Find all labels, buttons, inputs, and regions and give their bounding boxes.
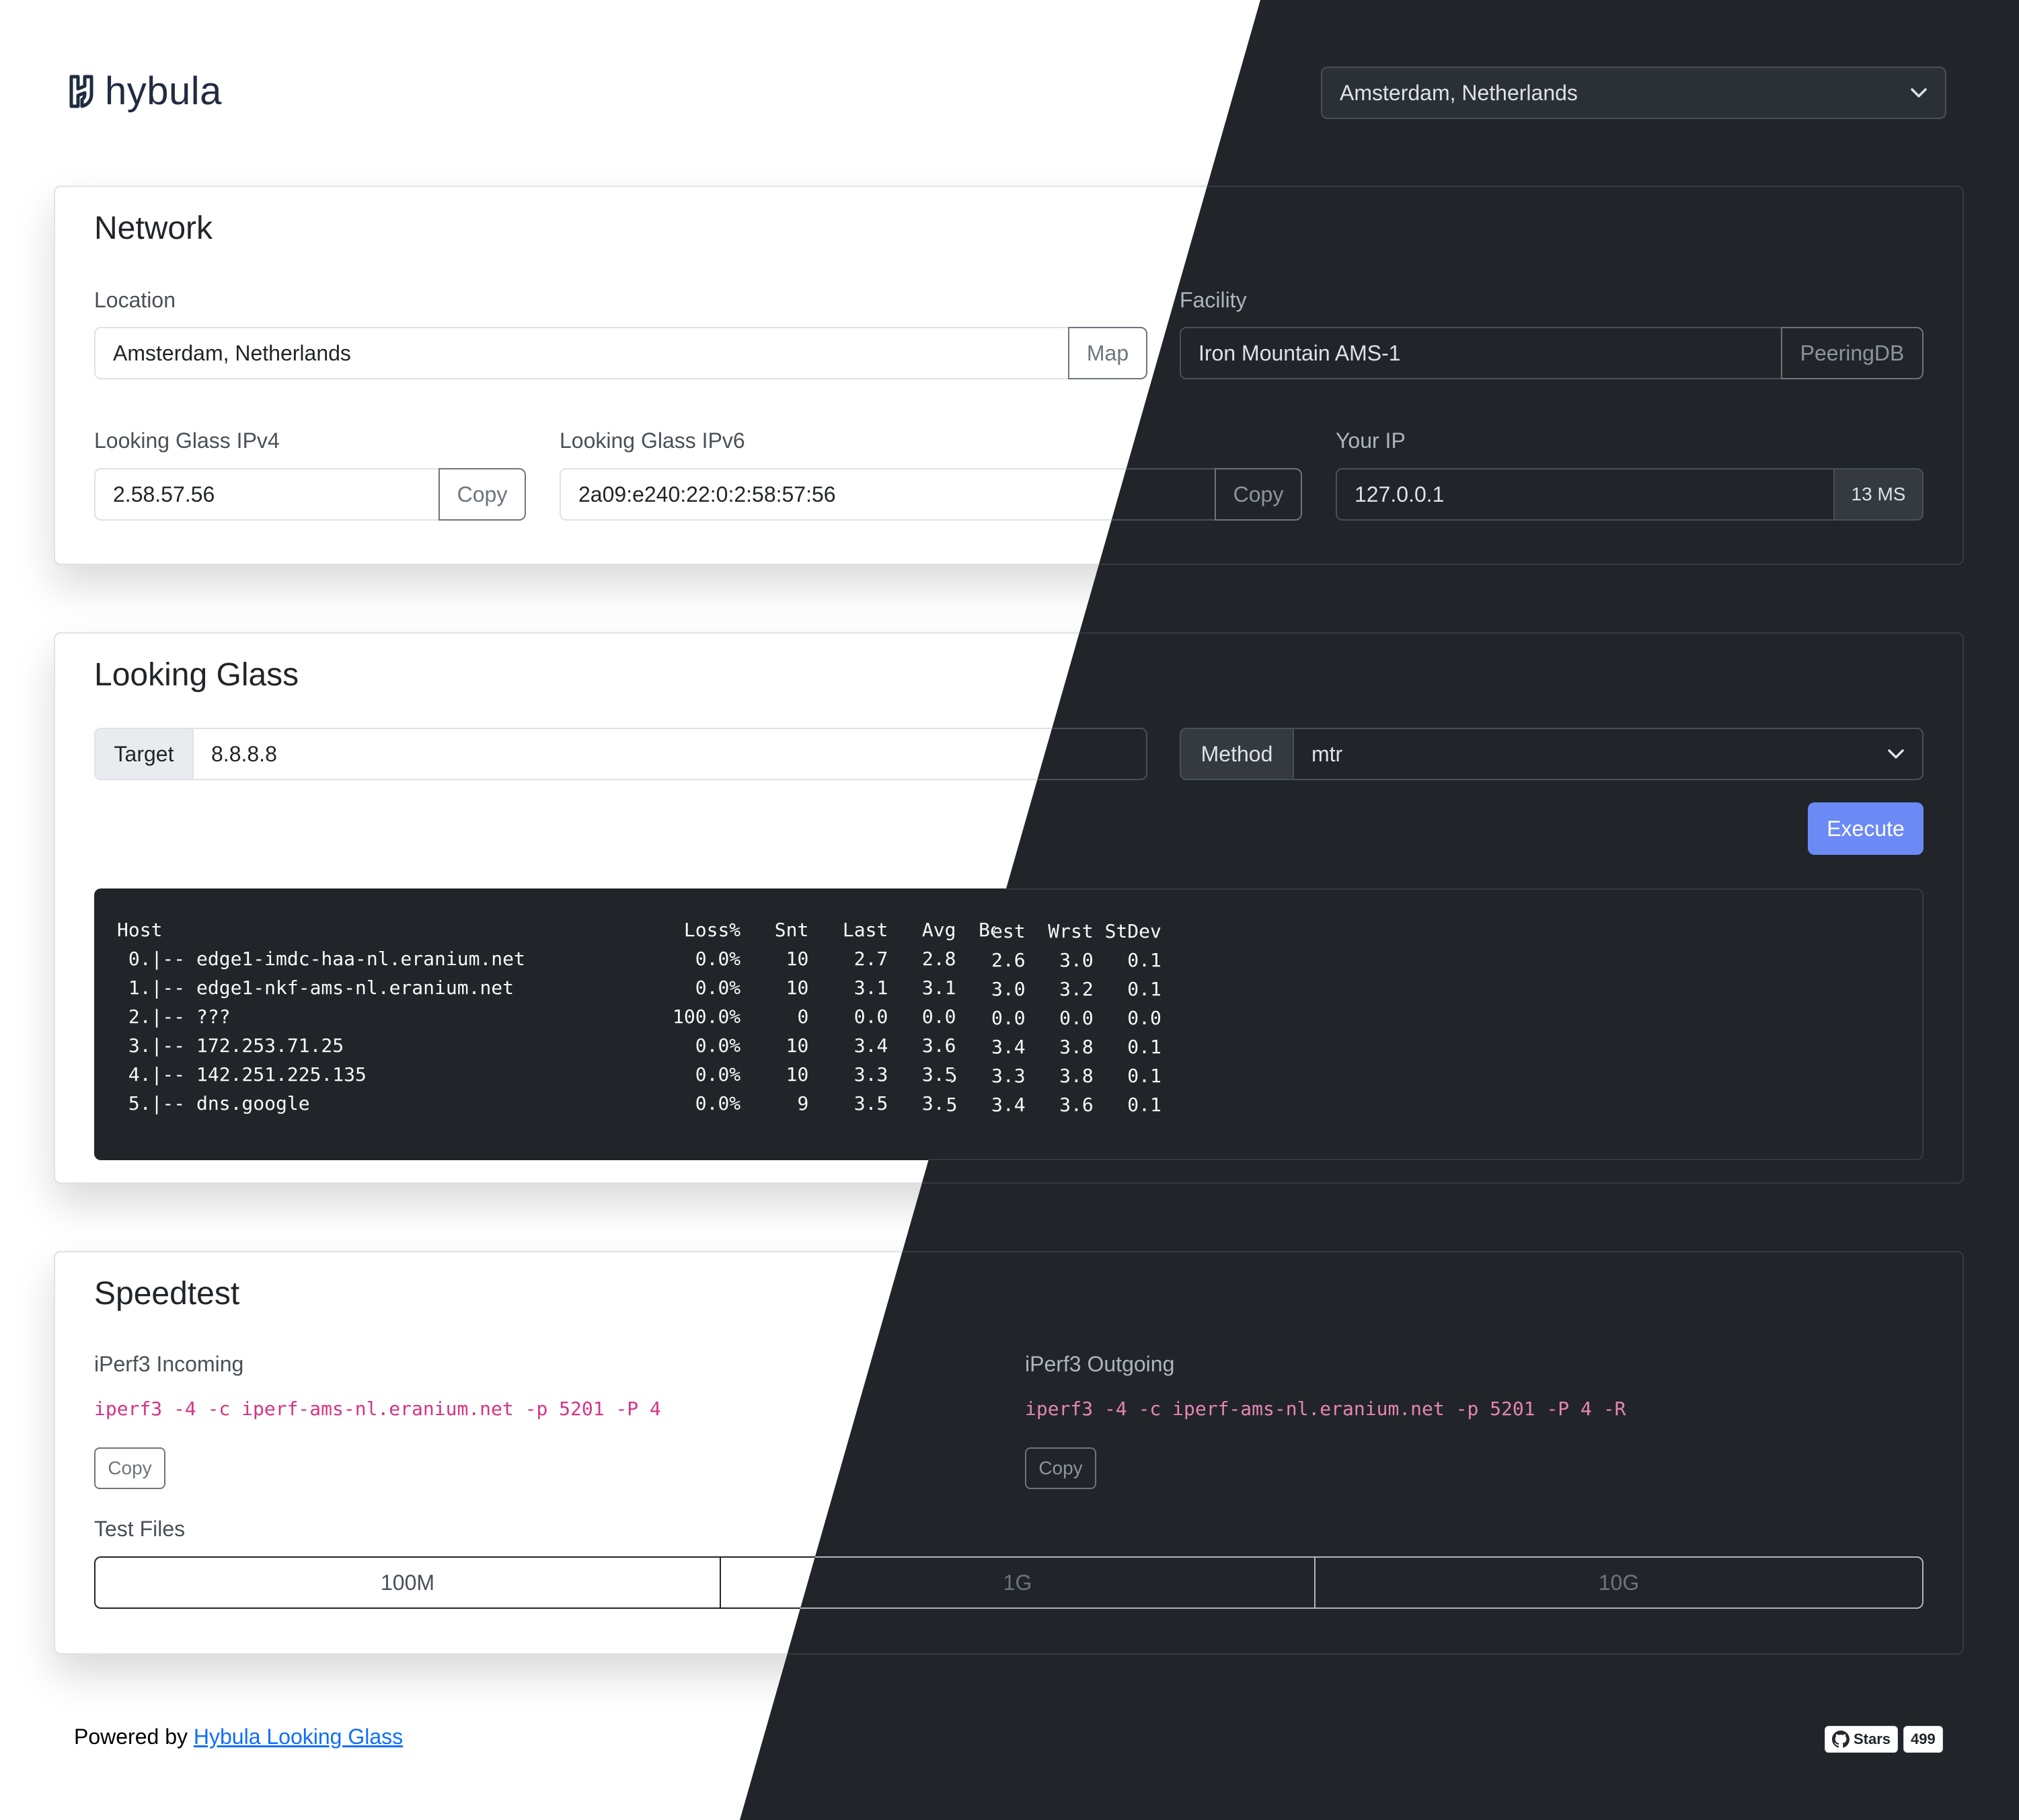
speedtest-title: Speedtest: [94, 1276, 240, 1312]
ipv6-label: Looking Glass IPv6: [560, 428, 745, 453]
outgoing-label: iPerf3 Outgoing: [1025, 1352, 1175, 1376]
location-label: Location: [94, 288, 176, 312]
github-stars-widget[interactable]: Stars 499: [1825, 1726, 1943, 1753]
ipv6-copy-button[interactable]: Copy: [1215, 468, 1302, 521]
facility-field: Iron Mountain AMS-1: [1180, 327, 1782, 379]
chevron-down-icon: [1910, 87, 1928, 98]
brand-name: hybula: [105, 69, 222, 113]
file-10g-button[interactable]: 10G: [1316, 1558, 1922, 1607]
latency-badge: 13 MS: [1833, 468, 1923, 521]
method-select[interactable]: mtr: [1293, 728, 1923, 780]
github-icon: [1832, 1731, 1850, 1748]
github-stars-button[interactable]: Stars: [1825, 1726, 1899, 1753]
github-stars-count: 499: [1903, 1726, 1943, 1753]
hybula-logo[interactable]: hybula: [67, 70, 222, 113]
method-select-value: mtr: [1311, 741, 1343, 766]
facility-label: Facility: [1180, 288, 1247, 312]
hybula-logo-icon: [67, 74, 96, 109]
incoming-copy-button[interactable]: Copy: [94, 1447, 165, 1489]
test-files-label: Test Files: [94, 1517, 186, 1541]
incoming-command: iperf3 -4 -c iperf-ams-nl.eranium.net -p…: [94, 1398, 661, 1420]
execute-button[interactable]: Execute: [1808, 802, 1923, 855]
location-field: Amsterdam, Netherlands: [94, 327, 1069, 379]
file-100m-button[interactable]: 100M: [96, 1558, 721, 1607]
map-button[interactable]: Map: [1068, 327, 1147, 379]
incoming-label: iPerf3 Incoming: [94, 1352, 244, 1376]
target-input[interactable]: 8.8.8.8: [192, 728, 1147, 780]
location-select[interactable]: Amsterdam, Netherlands: [1321, 67, 1946, 119]
github-stars-label: Stars: [1854, 1731, 1891, 1747]
your-ip-label: Your IP: [1336, 428, 1406, 453]
outgoing-command: iperf3 -4 -c iperf-ams-nl.eranium.net -p…: [1025, 1398, 1626, 1420]
network-title: Network: [94, 211, 213, 246]
footer: Powered by Hybula Looking Glass: [74, 1724, 403, 1749]
location-select-value: Amsterdam, Netherlands: [1340, 80, 1578, 105]
chevron-down-icon: [1887, 749, 1905, 759]
peeringdb-button[interactable]: PeeringDB: [1781, 327, 1923, 379]
footer-powered-by: Powered by: [74, 1724, 194, 1749]
footer-link[interactable]: Hybula Looking Glass: [194, 1724, 403, 1749]
ipv4-copy-button[interactable]: Copy: [439, 468, 526, 521]
method-label: Method: [1180, 728, 1294, 780]
target-label: Target: [94, 728, 194, 780]
outgoing-copy-button[interactable]: Copy: [1025, 1447, 1096, 1489]
ipv4-label: Looking Glass IPv4: [94, 428, 280, 453]
ipv4-field: 2.58.57.56: [94, 468, 440, 521]
looking-glass-title: Looking Glass: [94, 657, 299, 693]
your-ip-field: 127.0.0.1: [1336, 468, 1835, 521]
